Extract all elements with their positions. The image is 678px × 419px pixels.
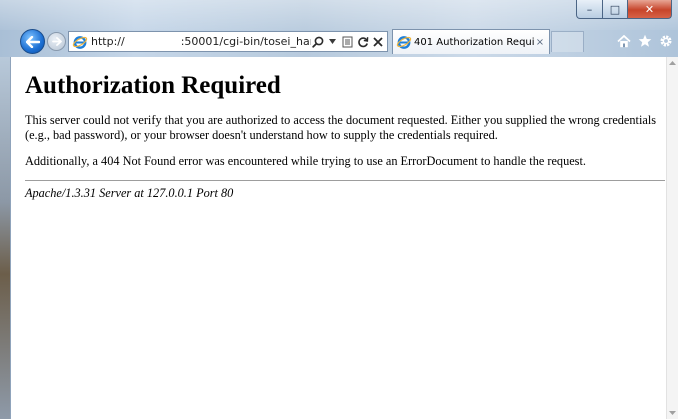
vertical-scrollbar[interactable] <box>666 57 678 419</box>
back-arrow-icon <box>25 35 40 48</box>
url-path: :50001/cgi-bin/tosei_hara <box>180 35 311 48</box>
tools-button[interactable] <box>658 32 674 50</box>
new-tab-button[interactable] <box>551 31 584 52</box>
chevron-down-icon <box>669 411 676 415</box>
ie-logo-icon <box>396 36 412 49</box>
search-icon <box>311 36 323 48</box>
minimize-button[interactable]: – <box>576 0 603 19</box>
page-title: Authorization Required <box>25 72 281 99</box>
forward-arrow-icon <box>51 37 62 46</box>
compatibility-view-icon <box>342 36 353 47</box>
refresh-button[interactable] <box>356 34 369 50</box>
window-controls: – □ ✕ <box>576 0 672 20</box>
favorites-button[interactable] <box>637 32 653 50</box>
command-icons <box>616 32 674 50</box>
address-url[interactable]: http:// :50001/cgi-bin/tosei_hara <box>91 35 311 48</box>
chevron-up-icon <box>669 61 676 65</box>
search-button[interactable] <box>311 34 324 50</box>
tab-authorization-required[interactable]: 401 Authorization Requir... × <box>392 29 550 54</box>
home-button[interactable] <box>616 32 632 50</box>
stop-icon <box>372 36 383 47</box>
scroll-down-button[interactable] <box>667 407 678 419</box>
gear-icon <box>660 35 672 47</box>
back-button[interactable] <box>20 29 45 54</box>
home-icon <box>617 34 631 47</box>
address-bar[interactable]: http:// :50001/cgi-bin/tosei_hara <box>68 31 388 52</box>
page-viewport: Authorization Required This server could… <box>10 57 678 419</box>
scroll-up-button[interactable] <box>667 57 678 69</box>
compatibility-view-button[interactable] <box>341 34 354 50</box>
stop-button[interactable] <box>371 34 384 50</box>
refresh-icon <box>357 36 368 47</box>
close-window-button[interactable]: ✕ <box>628 0 672 19</box>
forward-button[interactable] <box>47 32 66 51</box>
close-icon: ✕ <box>644 2 655 16</box>
page-content: Authorization Required This server could… <box>11 57 667 419</box>
background-desktop-strip <box>0 57 10 419</box>
chevron-down-icon <box>329 39 336 44</box>
browser-window: – □ ✕ http://:50001/cgi-bin/tosei_hara … <box>0 0 678 419</box>
minimize-icon: – <box>586 2 593 16</box>
browser-chrome: – □ ✕ http://:50001/cgi-bin/tosei_hara … <box>0 0 678 58</box>
maximize-button[interactable]: □ <box>603 0 628 19</box>
url-scheme: http:// <box>91 35 125 48</box>
divider <box>25 180 665 181</box>
tab-label: 401 Authorization Requir... <box>414 36 534 48</box>
maximize-icon: □ <box>609 2 621 16</box>
address-tools <box>311 34 384 50</box>
error-message: This server could not verify that you ar… <box>25 113 657 142</box>
search-dropdown-button[interactable] <box>326 34 339 50</box>
star-icon <box>638 34 652 47</box>
tab-close-button[interactable]: × <box>534 37 546 48</box>
ie-logo-icon <box>72 35 88 49</box>
error-document-message: Additionally, a 404 Not Found error was … <box>25 154 586 168</box>
navigation-bar: http:// :50001/cgi-bin/tosei_hara 401 Aut… <box>0 27 678 57</box>
server-signature: Apache/1.3.31 Server at 127.0.0.1 Port 8… <box>25 186 234 200</box>
